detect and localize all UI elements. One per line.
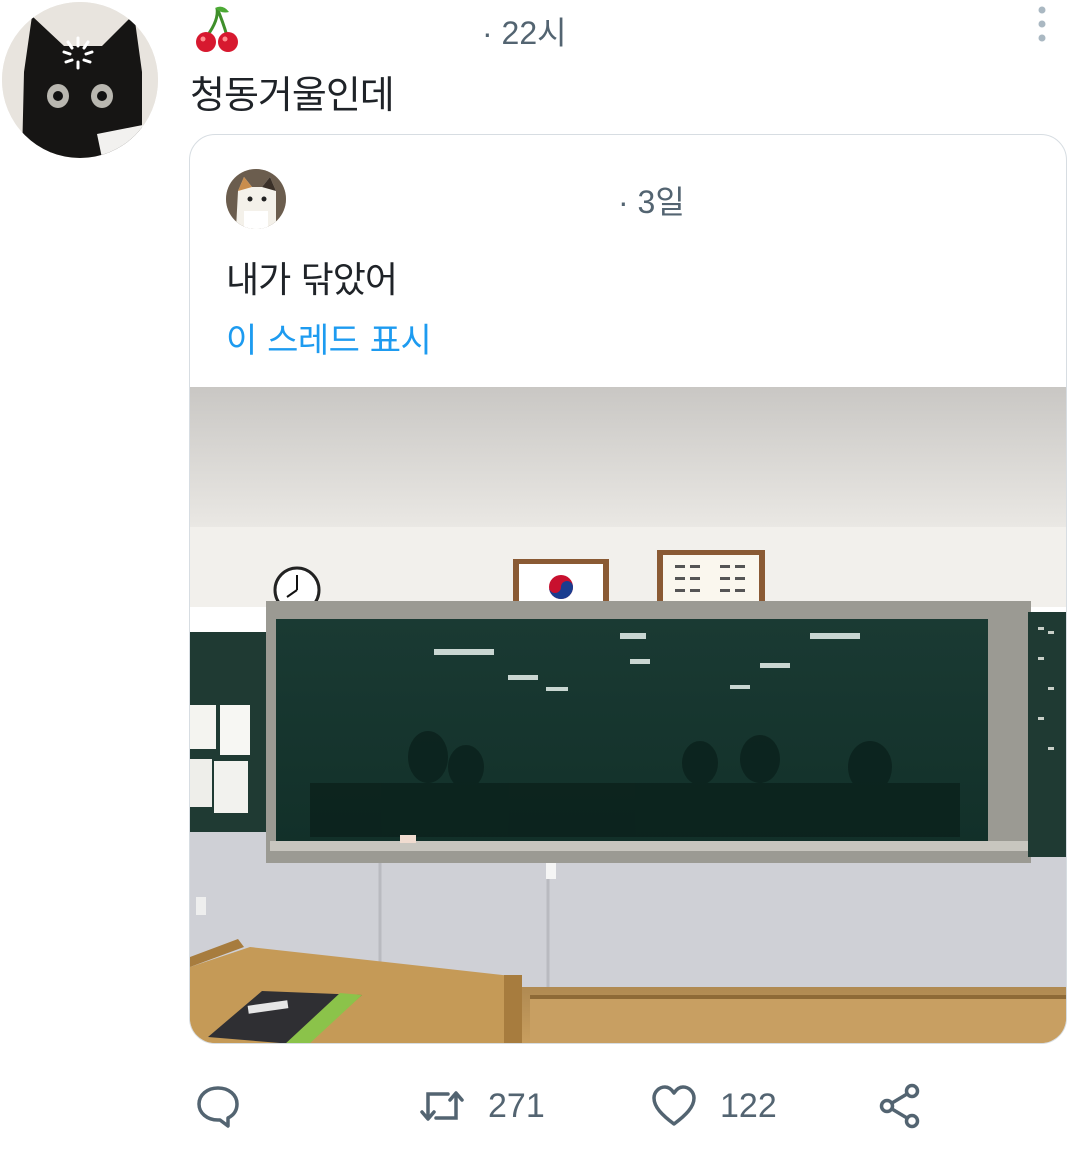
share-button[interactable]	[876, 1082, 924, 1130]
retweet-count: 271	[488, 1086, 545, 1125]
heart-icon	[652, 1085, 696, 1126]
like-button[interactable]: 122	[650, 1082, 777, 1130]
like-count: 122	[720, 1086, 777, 1125]
calico-cat-avatar-image	[226, 169, 286, 229]
quoted-tweet-timestamp[interactable]: · 3일	[618, 177, 685, 223]
more-options-icon[interactable]	[1030, 4, 1054, 44]
black-cat-avatar-image	[2, 2, 158, 158]
classroom-chalkboard-photo[interactable]	[190, 387, 1067, 1044]
tweet-text: 청동거울인데	[190, 73, 395, 117]
tweet-action-bar: 271 122	[0, 1066, 1079, 1146]
retweet-button[interactable]: 271	[418, 1082, 545, 1130]
retweet-arrows-icon	[420, 1091, 464, 1121]
show-thread-link[interactable]: 이 스레드 표시	[226, 313, 432, 362]
speech-bubble-icon	[197, 1086, 239, 1128]
quoted-tweet-text: 내가 닦았어	[226, 260, 398, 301]
quoted-author-avatar[interactable]	[226, 169, 286, 229]
quoted-tweet-card[interactable]: · 3일 내가 닦았어 이 스레드 표시	[189, 134, 1067, 1044]
author-avatar[interactable]	[2, 2, 158, 158]
reply-button[interactable]	[194, 1082, 242, 1130]
cherry-emoji-icon[interactable]	[193, 4, 241, 54]
share-icon	[879, 1083, 920, 1129]
tweet-timestamp[interactable]: · 22시	[482, 8, 567, 54]
